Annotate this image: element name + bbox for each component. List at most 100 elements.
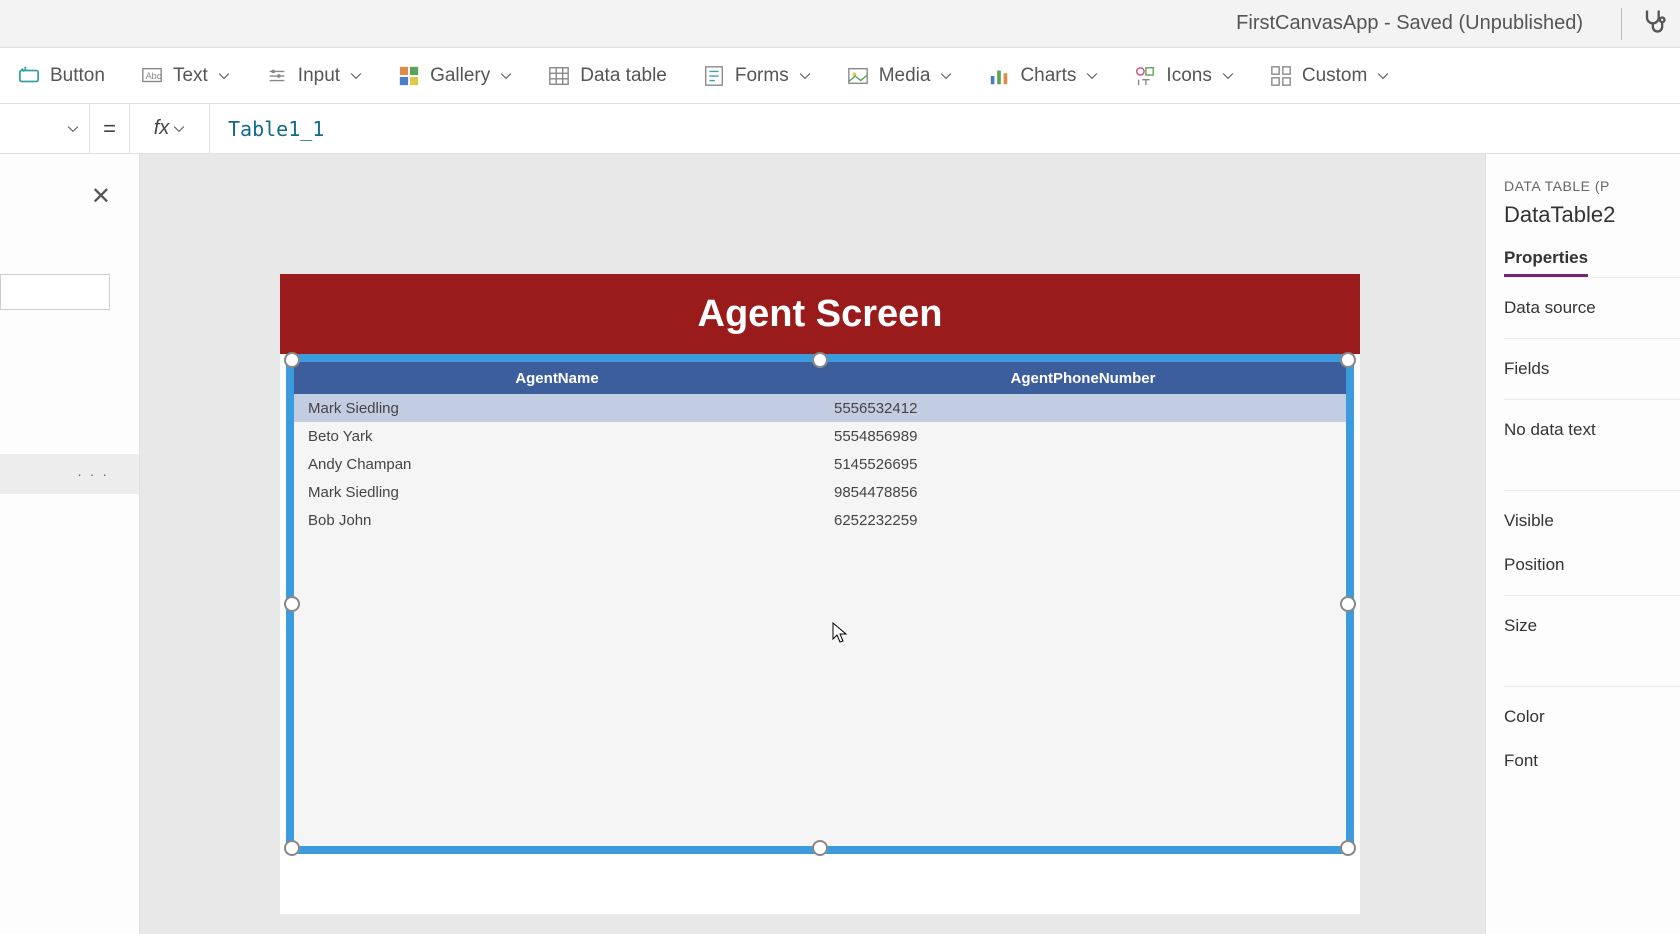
- prop-fields[interactable]: Fields: [1504, 338, 1680, 399]
- cell-name: Beto Yark: [294, 422, 820, 450]
- canvas-area[interactable]: Agent Screen AgentName AgentPhoneNumber …: [140, 154, 1485, 934]
- chevron-down-icon: [218, 70, 230, 82]
- input-icon: [266, 65, 288, 87]
- app-checker-icon[interactable]: [1640, 7, 1668, 40]
- prop-visible[interactable]: Visible: [1504, 490, 1680, 551]
- custom-icon: [1270, 65, 1292, 87]
- chevron-down-icon: [67, 123, 79, 135]
- ribbon-gallery-label: Gallery: [430, 65, 490, 87]
- chevron-down-icon: [350, 70, 362, 82]
- icons-icon: [1134, 65, 1156, 87]
- formula-bar: = fx Table1_1: [0, 104, 1680, 154]
- tree-item-selected[interactable]: · · ·: [0, 454, 139, 494]
- cell-name: Mark Siedling: [294, 394, 820, 422]
- property-selector[interactable]: [0, 104, 90, 153]
- ribbon-media-label: Media: [879, 65, 931, 87]
- ribbon-icons-label: Icons: [1166, 65, 1211, 87]
- resize-handle[interactable]: [1340, 352, 1356, 368]
- chevron-down-icon: [1222, 70, 1234, 82]
- fx-label: fx: [154, 117, 170, 140]
- equals-sign: =: [90, 104, 130, 153]
- resize-handle[interactable]: [284, 596, 300, 612]
- cell-phone: 5145526695: [820, 450, 1346, 478]
- table-row[interactable]: Andy Champan 5145526695: [294, 450, 1346, 478]
- cell-name: Andy Champan: [294, 450, 820, 478]
- gallery-icon: [398, 65, 420, 87]
- control-name[interactable]: DataTable2: [1504, 202, 1680, 228]
- text-icon: Abc: [141, 65, 163, 87]
- resize-handle[interactable]: [812, 352, 828, 368]
- ribbon-input[interactable]: Input: [266, 65, 362, 87]
- prop-data-source[interactable]: Data source: [1504, 277, 1680, 338]
- column-header-agentphone[interactable]: AgentPhoneNumber: [820, 362, 1346, 394]
- tab-properties[interactable]: Properties: [1504, 248, 1588, 277]
- prop-no-data-text[interactable]: No data text: [1504, 399, 1680, 460]
- table-row[interactable]: Mark Siedling 9854478856: [294, 478, 1346, 506]
- svg-text:Abc: Abc: [146, 70, 162, 80]
- fx-button[interactable]: fx: [130, 104, 210, 153]
- title-bar: FirstCanvasApp - Saved (Unpublished): [0, 0, 1680, 48]
- ribbon-text[interactable]: Abc Text: [141, 65, 230, 87]
- panel-caption: DATA TABLE (P: [1504, 178, 1680, 194]
- prop-font[interactable]: Font: [1504, 747, 1680, 791]
- ribbon-button-label: Button: [50, 65, 105, 87]
- charts-icon: [988, 65, 1010, 87]
- table-row[interactable]: Mark Siedling 5556532412: [294, 394, 1346, 422]
- ribbon-media[interactable]: Media: [847, 65, 953, 87]
- chevron-down-icon: [799, 70, 811, 82]
- ribbon-forms[interactable]: Forms: [703, 65, 811, 87]
- button-icon: [18, 65, 40, 87]
- resize-handle[interactable]: [284, 840, 300, 856]
- ribbon-custom[interactable]: Custom: [1270, 65, 1389, 87]
- media-icon: [847, 65, 869, 87]
- chevron-down-icon: [173, 123, 185, 135]
- ribbon-text-label: Text: [173, 65, 208, 87]
- cell-name: Bob John: [294, 506, 820, 534]
- tree-view-panel: ✕ · · ·: [0, 154, 140, 934]
- tree-search-input[interactable]: [0, 274, 110, 310]
- cell-phone: 9854478856: [820, 478, 1346, 506]
- app-title: FirstCanvasApp - Saved (Unpublished): [1236, 12, 1583, 35]
- formula-input[interactable]: Table1_1: [210, 104, 1680, 153]
- properties-panel: DATA TABLE (P DataTable2 Properties Data…: [1485, 154, 1680, 934]
- ribbon-charts-label: Charts: [1020, 65, 1076, 87]
- ribbon-icons[interactable]: Icons: [1134, 65, 1233, 87]
- cell-phone: 6252232259: [820, 506, 1346, 534]
- ribbon-charts[interactable]: Charts: [988, 65, 1098, 87]
- chevron-down-icon: [1086, 70, 1098, 82]
- cell-name: Mark Siedling: [294, 478, 820, 506]
- prop-color[interactable]: Color: [1504, 686, 1680, 747]
- data-table[interactable]: AgentName AgentPhoneNumber Mark Siedling…: [294, 362, 1346, 846]
- chevron-down-icon: [500, 70, 512, 82]
- cell-phone: 5554856989: [820, 422, 1346, 450]
- close-icon[interactable]: ✕: [91, 182, 111, 211]
- data-table-icon: [548, 65, 570, 87]
- ribbon-input-label: Input: [298, 65, 340, 87]
- cursor-icon: [832, 622, 848, 644]
- ribbon-button[interactable]: Button: [18, 65, 105, 87]
- prop-size[interactable]: Size: [1504, 595, 1680, 656]
- chevron-down-icon: [1377, 70, 1389, 82]
- ribbon-forms-label: Forms: [735, 65, 789, 87]
- panel-tabs: Properties: [1504, 248, 1680, 277]
- forms-icon: [703, 65, 725, 87]
- resize-handle[interactable]: [1340, 840, 1356, 856]
- more-icon[interactable]: · · ·: [77, 466, 109, 482]
- datatable-selection[interactable]: AgentName AgentPhoneNumber Mark Siedling…: [286, 354, 1354, 854]
- ribbon-gallery[interactable]: Gallery: [398, 65, 512, 87]
- ribbon-data-table-label: Data table: [580, 65, 667, 87]
- insert-ribbon: Button Abc Text Input Gallery Data table…: [0, 48, 1680, 104]
- table-row[interactable]: Bob John 6252232259: [294, 506, 1346, 534]
- resize-handle[interactable]: [1340, 596, 1356, 612]
- table-row[interactable]: Beto Yark 5554856989: [294, 422, 1346, 450]
- resize-handle[interactable]: [812, 840, 828, 856]
- prop-position[interactable]: Position: [1504, 551, 1680, 595]
- workspace: ✕ · · · Agent Screen AgentName AgentPhon…: [0, 154, 1680, 934]
- screen-title-label: Agent Screen: [280, 274, 1360, 354]
- resize-handle[interactable]: [284, 352, 300, 368]
- chevron-down-icon: [940, 70, 952, 82]
- title-divider: [1621, 8, 1622, 40]
- table-body: Mark Siedling 5556532412 Beto Yark 55548…: [294, 394, 1346, 846]
- ribbon-data-table[interactable]: Data table: [548, 65, 667, 87]
- column-header-agentname[interactable]: AgentName: [294, 362, 820, 394]
